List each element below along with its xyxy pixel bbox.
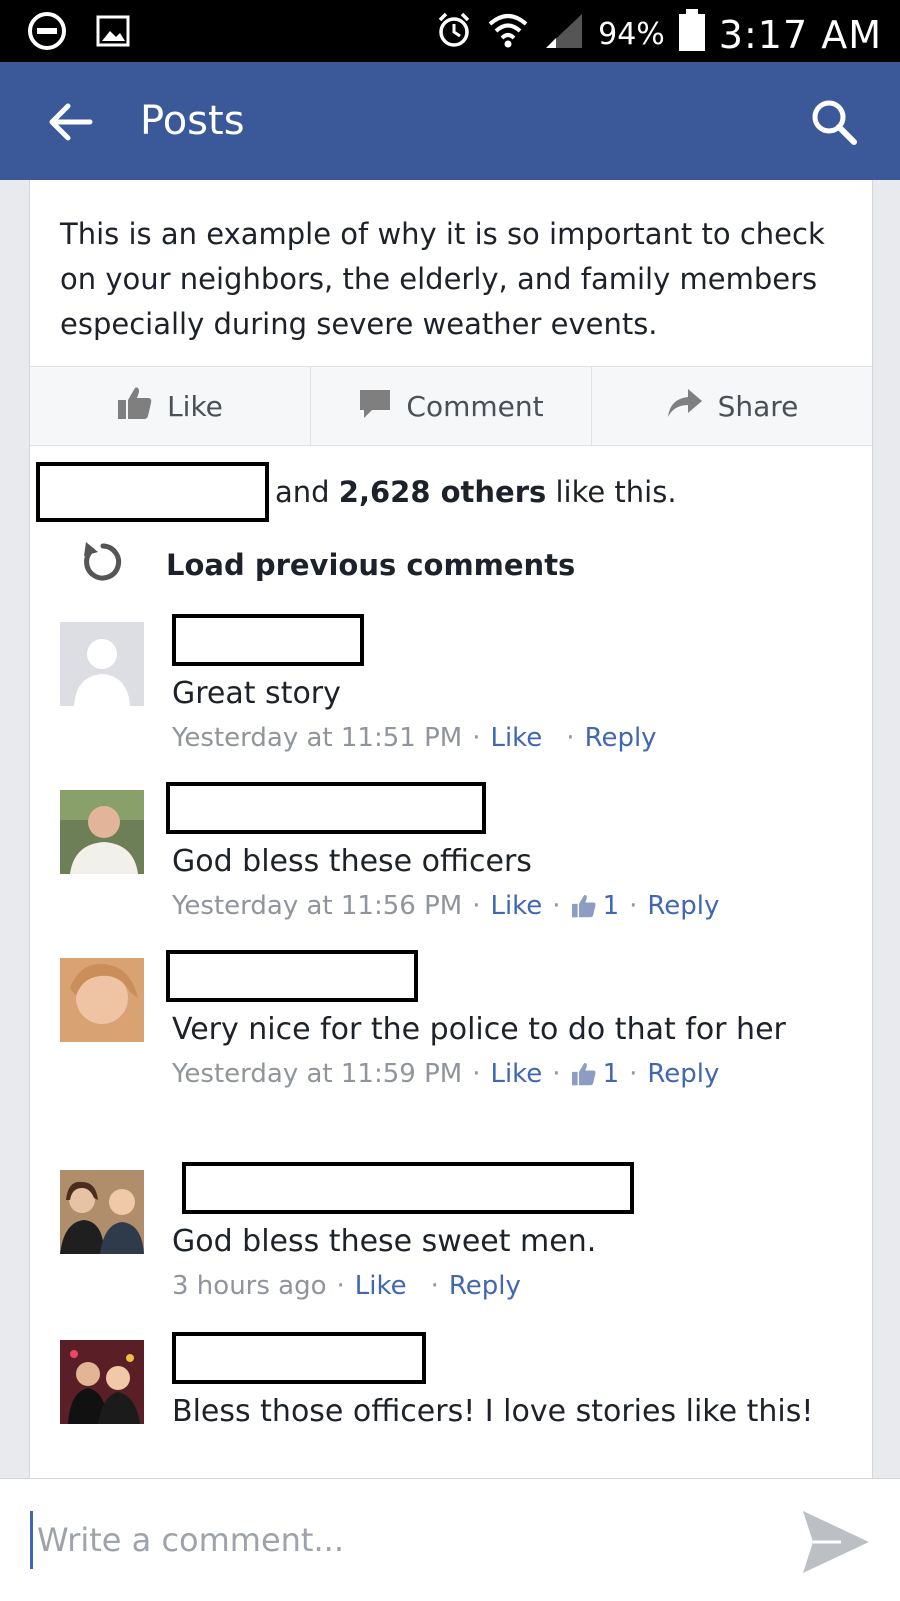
- back-arrow-icon[interactable]: [44, 98, 96, 146]
- status-bar: 94% 3:17 AM: [0, 0, 900, 62]
- comment-text: Bless those officers! I love stories lik…: [172, 1394, 814, 1429]
- commenter-name-redacted[interactable]: [166, 782, 486, 834]
- load-previous-comments[interactable]: Load previous comments: [80, 536, 575, 593]
- share-button-label: Share: [717, 389, 799, 423]
- small-thumbs-up-icon: [571, 895, 596, 918]
- comment-timestamp: Yesterday at 11:56 PM: [172, 891, 463, 921]
- comment-item: Bless those officers! I love stories lik…: [60, 1332, 860, 1480]
- avatar[interactable]: [60, 790, 144, 874]
- post-card: This is an example of why it is so impor…: [29, 180, 873, 1480]
- avatar[interactable]: [60, 622, 144, 706]
- comment-like-link[interactable]: Like: [490, 1059, 542, 1089]
- avatar[interactable]: [60, 1170, 144, 1254]
- battery-percent: 94%: [598, 17, 665, 52]
- commenter-name-redacted[interactable]: [182, 1162, 634, 1214]
- commenter-name-redacted[interactable]: [172, 1332, 426, 1384]
- avatar[interactable]: [60, 1340, 144, 1424]
- image-notification-icon: [92, 10, 134, 52]
- comment-timestamp: Yesterday at 11:59 PM: [172, 1059, 463, 1089]
- comment-button-label: Comment: [406, 389, 544, 423]
- commenter-name-redacted[interactable]: [166, 950, 418, 1002]
- commenter-name-redacted[interactable]: [172, 614, 364, 666]
- comment-meta: Yesterday at 11:59 PM · Like · 1 · Reply: [172, 1059, 720, 1089]
- redacted-name: [36, 462, 269, 522]
- likes-prefix: and: [275, 475, 330, 509]
- thumbs-up-icon: [117, 386, 153, 427]
- share-arrow-icon: [666, 387, 704, 426]
- comment-timestamp: Yesterday at 11:51 PM: [172, 723, 463, 753]
- avatar[interactable]: [60, 958, 144, 1042]
- likes-summary[interactable]: and 2,628 others like this.: [36, 462, 677, 522]
- comment-text: God bless these sweet men.: [172, 1224, 597, 1259]
- comment-timestamp: 3 hours ago: [172, 1271, 327, 1301]
- comment-meta: Yesterday at 11:51 PM · Like · Reply: [172, 723, 657, 753]
- comment-button[interactable]: Comment: [311, 367, 592, 445]
- comment-like-link[interactable]: Like: [490, 891, 542, 921]
- comment-like-link[interactable]: Like: [490, 723, 542, 753]
- comment-reply-link[interactable]: Reply: [449, 1271, 521, 1301]
- page-title: Posts: [140, 98, 245, 144]
- post-text: This is an example of why it is so impor…: [60, 217, 825, 341]
- small-thumbs-up-icon: [571, 1063, 596, 1086]
- comment-text: Very nice for the police to do that for …: [172, 1012, 786, 1047]
- like-button-label: Like: [167, 389, 223, 423]
- comment-meta: Yesterday at 11:56 PM · Like · 1 · Reply: [172, 891, 720, 921]
- comment-like-link[interactable]: Like: [355, 1271, 407, 1301]
- comment-meta: 3 hours ago · Like · Reply: [172, 1271, 521, 1301]
- likes-suffix: like this.: [555, 475, 677, 509]
- app-bar: Posts: [0, 62, 900, 180]
- alarm-icon: [434, 10, 474, 59]
- comment-like-count[interactable]: 1: [571, 1059, 619, 1089]
- clock: 3:17 AM: [718, 12, 882, 57]
- comment-text: God bless these officers: [172, 844, 532, 879]
- comment-reply-link[interactable]: Reply: [647, 891, 719, 921]
- like-button[interactable]: Like: [30, 367, 311, 445]
- comment-text: Great story: [172, 676, 341, 711]
- search-icon[interactable]: [808, 96, 860, 148]
- likes-count: 2,628 others: [338, 475, 547, 509]
- comment-like-count[interactable]: 1: [571, 891, 619, 921]
- wifi-icon: [486, 10, 530, 59]
- comment-reply-link[interactable]: Reply: [647, 1059, 719, 1089]
- battery-icon: [677, 8, 707, 61]
- refresh-icon: [80, 536, 126, 593]
- comment-reply-link[interactable]: Reply: [585, 723, 657, 753]
- post-action-bar: Like Comment Share: [30, 366, 872, 446]
- share-button[interactable]: Share: [592, 367, 872, 445]
- load-previous-label: Load previous comments: [166, 547, 576, 582]
- do-not-disturb-icon: [26, 10, 68, 52]
- send-icon[interactable]: [798, 1507, 874, 1577]
- comment-input[interactable]: [30, 1511, 759, 1569]
- comment-bubble-icon: [358, 386, 392, 427]
- comment-composer: [0, 1478, 900, 1601]
- signal-icon: [542, 10, 586, 59]
